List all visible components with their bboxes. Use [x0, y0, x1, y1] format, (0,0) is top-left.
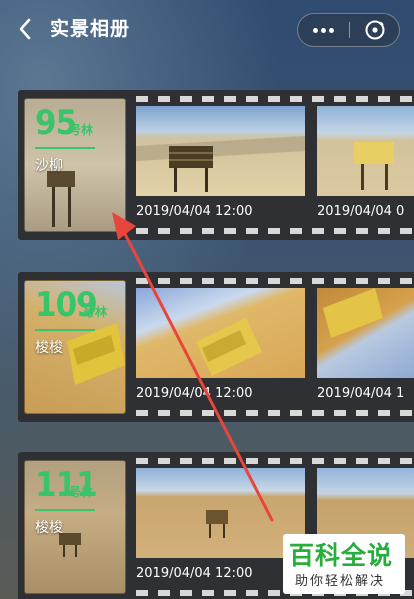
watermark-title: 百科全说: [289, 541, 394, 570]
chevron-left-icon[interactable]: [14, 17, 36, 41]
watermark-subtitle: 助你轻松解决: [295, 574, 386, 589]
album-strip[interactable]: 95 号林 沙柳 2019/04/04 12:00 2019/04/04 0: [18, 90, 414, 240]
photo-date: 2019/04/04 0: [317, 204, 405, 219]
photo-thumbnail[interactable]: [136, 106, 305, 196]
film-holes: [136, 410, 414, 416]
film-holes: [136, 278, 414, 284]
forest-suffix: 号林: [69, 485, 94, 499]
plant-name: 沙柳: [35, 158, 63, 174]
photo-thumbnail[interactable]: [136, 468, 305, 558]
film-holes: [136, 96, 414, 102]
photo-thumbnail[interactable]: [136, 288, 305, 378]
album-cover[interactable]: 109 号林 梭梭: [24, 280, 126, 414]
photo-thumbnail[interactable]: [317, 106, 414, 196]
forest-suffix: 号林: [83, 305, 108, 319]
film-holes: [136, 228, 414, 234]
more-dots-icon[interactable]: [298, 14, 349, 46]
photo-date: 2019/04/04 12:00: [136, 386, 253, 401]
cover-underline: [35, 147, 95, 149]
top-bar: 实景相册: [0, 0, 414, 58]
cover-underline: [35, 329, 95, 331]
photo-date: 2019/04/04 12:00: [136, 204, 253, 219]
forest-suffix: 号林: [69, 123, 94, 137]
album-cover[interactable]: 95 号林 沙柳: [24, 98, 126, 232]
photo-thumbnail[interactable]: [317, 288, 414, 378]
page-title: 实景相册: [50, 18, 131, 40]
album-strip[interactable]: 109 号林 梭梭 2019/04/04 12:00 2019/04/04 1: [18, 272, 414, 422]
photo-date: 2019/04/04 12:00: [136, 566, 253, 581]
photo-date: 2019/04/04 1: [317, 386, 405, 401]
close-circle-icon[interactable]: [350, 14, 400, 46]
watermark-logo: 百科全说 助你轻松解决: [283, 534, 405, 594]
plant-name: 梭梭: [35, 340, 63, 356]
film-holes: [136, 458, 414, 464]
mini-program-capsule: [297, 13, 400, 47]
cover-underline: [35, 509, 95, 511]
album-cover[interactable]: 111 号林 梭梭: [24, 460, 126, 594]
plant-name: 梭梭: [35, 520, 63, 536]
